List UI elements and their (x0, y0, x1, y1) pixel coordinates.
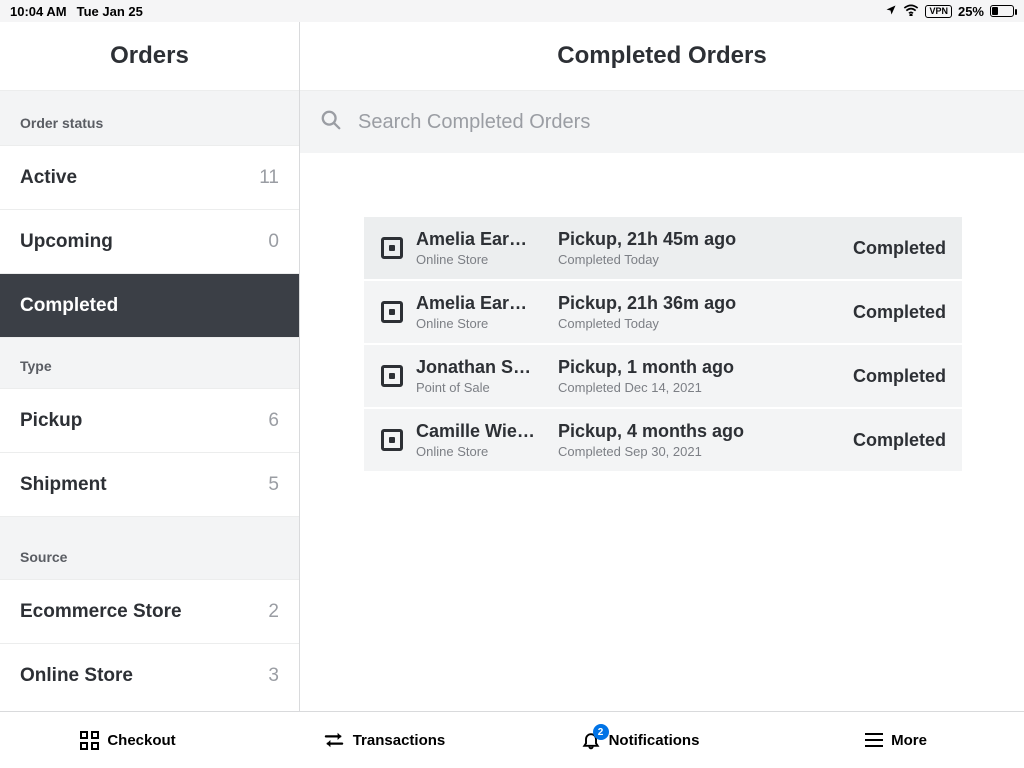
sidebar-item-upcoming[interactable]: Upcoming 0 (0, 210, 299, 274)
order-source: Online Store (416, 252, 550, 267)
sidebar-item-count: 5 (268, 474, 279, 496)
battery-percentage: 25% (958, 4, 984, 19)
nav-checkout[interactable]: Checkout (0, 731, 256, 750)
notification-badge: 2 (593, 724, 609, 740)
sidebar-item-pickup[interactable]: Pickup 6 (0, 389, 299, 453)
sidebar-item-label: Shipment (20, 474, 107, 496)
sidebar-item-label: Active (20, 167, 77, 189)
sidebar-item-label: Pickup (20, 410, 82, 432)
sidebar-item-count: 3 (268, 665, 279, 687)
sidebar-item-count: 6 (268, 410, 279, 432)
sidebar-item-count: 2 (268, 601, 279, 623)
sidebar-item-ecommerce-store[interactable]: Ecommerce Store 2 (0, 580, 299, 644)
sidebar-item-label: Ecommerce Store (20, 601, 182, 623)
search-bar[interactable] (300, 91, 1024, 153)
sidebar-title: Orders (0, 22, 299, 91)
square-icon (372, 301, 412, 323)
section-order-status: Order status (0, 91, 299, 146)
sidebar-item-count: 11 (259, 167, 279, 189)
sidebar: Orders Order status Active 11 Upcoming 0… (0, 22, 300, 711)
bottom-nav: Checkout Transactions 2 Notifications Mo… (0, 711, 1024, 768)
nav-notifications[interactable]: 2 Notifications (512, 730, 768, 750)
status-time: 10:04 AM (10, 4, 67, 19)
nav-label: More (891, 732, 927, 749)
order-customer-name: Jonathan S… (416, 357, 550, 378)
wifi-icon (903, 4, 919, 19)
bell-icon: 2 (581, 730, 601, 750)
hamburger-icon (865, 733, 883, 747)
nav-label: Transactions (353, 732, 446, 749)
grid-icon (80, 731, 99, 750)
order-row[interactable]: Amelia Ear… Online Store Pickup, 21h 45m… (364, 217, 962, 281)
order-status: Completed (853, 302, 952, 323)
sidebar-item-completed[interactable]: Completed (0, 274, 299, 338)
sidebar-item-shipment[interactable]: Shipment 5 (0, 453, 299, 517)
order-completed-date: Completed Today (558, 252, 853, 267)
order-status: Completed (853, 238, 952, 259)
order-info: Pickup, 21h 36m ago (558, 293, 853, 314)
sidebar-item-label: Completed (20, 295, 118, 317)
order-customer-name: Amelia Ear… (416, 229, 550, 250)
order-info: Pickup, 1 month ago (558, 357, 853, 378)
order-list: Amelia Ear… Online Store Pickup, 21h 45m… (300, 153, 1024, 473)
order-status: Completed (853, 430, 952, 451)
order-row[interactable]: Camille Wie… Online Store Pickup, 4 mont… (364, 409, 962, 473)
order-source: Online Store (416, 444, 550, 459)
order-source: Online Store (416, 316, 550, 331)
vpn-indicator: VPN (925, 5, 952, 18)
main-content: Completed Orders Amelia Ear… Online Stor… (300, 22, 1024, 711)
order-customer-name: Camille Wie… (416, 421, 550, 442)
location-icon (885, 4, 897, 19)
square-icon (372, 365, 412, 387)
ipad-status-bar: 10:04 AM Tue Jan 25 VPN 25% (0, 0, 1024, 22)
sidebar-item-active[interactable]: Active 11 (0, 146, 299, 210)
sidebar-item-online-store[interactable]: Online Store 3 (0, 644, 299, 708)
battery-icon (990, 5, 1014, 17)
order-source: Point of Sale (416, 380, 550, 395)
order-status: Completed (853, 366, 952, 387)
order-completed-date: Completed Dec 14, 2021 (558, 380, 853, 395)
nav-label: Notifications (609, 732, 700, 749)
page-title: Completed Orders (300, 22, 1024, 91)
section-type: Type (0, 338, 299, 389)
order-completed-date: Completed Today (558, 316, 853, 331)
section-source: Source (0, 517, 299, 580)
nav-more[interactable]: More (768, 732, 1024, 749)
sidebar-item-label: Upcoming (20, 231, 113, 253)
square-icon (372, 237, 412, 259)
search-icon (320, 109, 342, 136)
search-input[interactable] (358, 111, 1004, 134)
nav-transactions[interactable]: Transactions (256, 731, 512, 749)
nav-label: Checkout (107, 732, 175, 749)
order-info: Pickup, 21h 45m ago (558, 229, 853, 250)
sidebar-item-count: 0 (268, 231, 279, 253)
order-customer-name: Amelia Ear… (416, 293, 550, 314)
order-completed-date: Completed Sep 30, 2021 (558, 444, 853, 459)
sidebar-item-label: Online Store (20, 665, 133, 687)
transfer-icon (323, 731, 345, 749)
order-info: Pickup, 4 months ago (558, 421, 853, 442)
order-row[interactable]: Jonathan S… Point of Sale Pickup, 1 mont… (364, 345, 962, 409)
status-date: Tue Jan 25 (77, 4, 143, 19)
square-icon (372, 429, 412, 451)
order-row[interactable]: Amelia Ear… Online Store Pickup, 21h 36m… (364, 281, 962, 345)
